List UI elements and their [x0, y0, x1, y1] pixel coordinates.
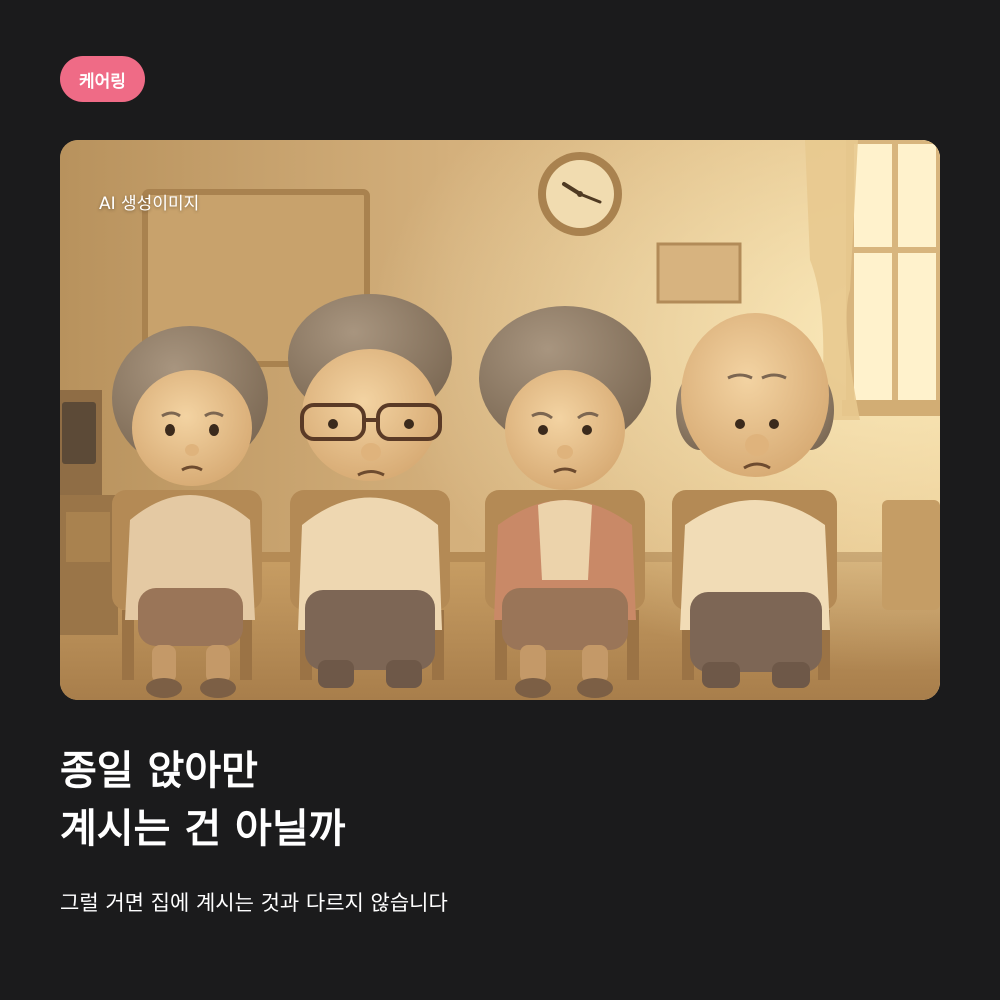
elderly-woman-cardigan-figure: [479, 306, 651, 698]
wall-clock-icon: [538, 152, 622, 236]
page-title: 종일 앉아만 계시는 건 아닐까: [60, 742, 345, 858]
category-tag-label: 케어링: [79, 71, 126, 92]
category-tag[interactable]: 케어링: [60, 56, 145, 102]
hero-image: AI 생성이미지: [60, 140, 940, 700]
bald-elderly-man-figure: [672, 313, 837, 688]
window-icon: [842, 140, 940, 416]
headline-line-2: 계시는 건 아닐까: [60, 806, 346, 852]
ai-generated-label: AI 생성이미지: [99, 194, 200, 214]
elderly-man-glasses-figure: [288, 294, 452, 688]
headline-line-1: 종일 앉아만: [60, 748, 258, 794]
subtitle-text: 그럴 거면 집에 계시는 것과 다르지 않습니다: [60, 891, 448, 915]
hero-illustration: [60, 140, 940, 700]
